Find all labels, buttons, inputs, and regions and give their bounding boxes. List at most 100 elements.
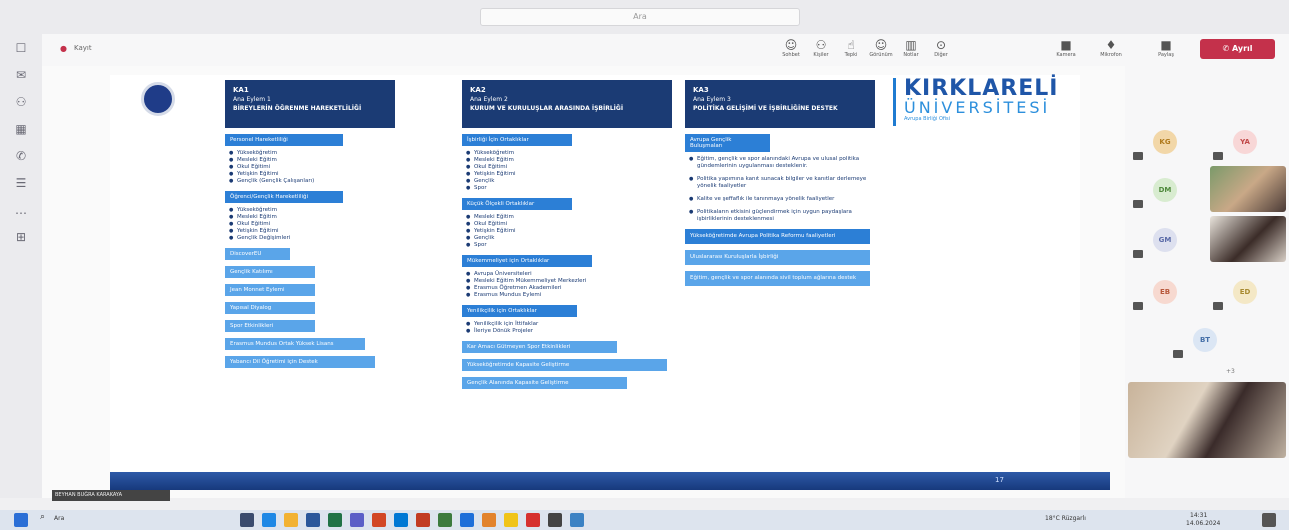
app-icon[interactable] bbox=[438, 513, 452, 527]
word-icon[interactable] bbox=[306, 513, 320, 527]
participant-video[interactable] bbox=[1210, 216, 1286, 262]
chat-button[interactable]: ☺ Sohbet bbox=[777, 38, 805, 62]
app-icon[interactable] bbox=[504, 513, 518, 527]
list-item: Politika yapımına kanıt sunacak bilgiler… bbox=[685, 176, 875, 190]
list-item: Kalite ve şeffaflık ile tanınmaya yöneli… bbox=[685, 196, 875, 203]
list-item: Erasmus Öğretmen Akademileri bbox=[462, 285, 667, 292]
participant-tile[interactable]: ED bbox=[1210, 272, 1280, 312]
avatar: KG bbox=[1153, 130, 1177, 154]
ka3-box: Uluslararası Kuruluşlarla İşbirliği bbox=[685, 250, 870, 265]
list-item: Yetişkin Eğitimi bbox=[462, 228, 667, 235]
list-item: Eğitim, gençlik ve spor alanındaki Avrup… bbox=[685, 156, 875, 170]
ka2-box: Yükseköğretimde Kapasite Geliştirme bbox=[462, 359, 667, 371]
self-video[interactable] bbox=[1128, 382, 1286, 458]
list-item: Yetişkin Eğitimi bbox=[225, 171, 395, 178]
app-icon[interactable] bbox=[526, 513, 540, 527]
camera-button[interactable]: ■ Kamera bbox=[1052, 38, 1080, 62]
university-emblem bbox=[125, 78, 190, 120]
emblem-icon bbox=[140, 82, 175, 116]
files-icon[interactable]: ☰ bbox=[0, 169, 42, 196]
list-item: İleriye Dönük Projeler bbox=[462, 328, 667, 335]
participant-tile[interactable]: BT bbox=[1170, 320, 1240, 360]
teams-icon[interactable]: ⚇ bbox=[0, 88, 42, 115]
list-item: Okul Eğitimi bbox=[225, 164, 395, 171]
app-icon[interactable] bbox=[460, 513, 474, 527]
react-button[interactable]: ☝ Tepki bbox=[837, 38, 865, 62]
participant-tile[interactable]: DM bbox=[1130, 170, 1200, 210]
edge-icon[interactable] bbox=[262, 513, 276, 527]
slide-footer-bar bbox=[110, 472, 1110, 490]
record-icon: ● bbox=[60, 44, 67, 53]
clock-date[interactable]: 14.06.2024 bbox=[1186, 520, 1220, 527]
ka2-section: Yenilikçilik için Ortaklıklar bbox=[462, 305, 577, 317]
ka1-column: KA1 Ana Eylem 1 BİREYLERİN ÖĞRENME HAREK… bbox=[225, 80, 395, 372]
explorer-icon[interactable] bbox=[284, 513, 298, 527]
ka3-header: KA3 Ana Eylem 3 POLİTİKA GELİŞİMİ VE İŞB… bbox=[685, 80, 875, 128]
list-item: Okul Eğitimi bbox=[462, 221, 667, 228]
participant-tile[interactable]: KG bbox=[1130, 122, 1200, 162]
ka3-box: Yükseköğretimde Avrupa Politika Reformu … bbox=[685, 229, 870, 244]
search-bar[interactable]: Ara bbox=[480, 8, 800, 26]
ka1-section-staff: Personel Hareketliliği bbox=[225, 134, 343, 146]
participant-tile[interactable]: EB bbox=[1130, 272, 1200, 312]
ka1-section-students: Öğrenci/Gençlik Hareketliliği bbox=[225, 191, 343, 203]
calendar-icon[interactable]: ▦ bbox=[0, 115, 42, 142]
calls-icon[interactable]: ✆ bbox=[0, 142, 42, 169]
app-icon[interactable] bbox=[570, 513, 584, 527]
more-participants[interactable]: +3 bbox=[1226, 368, 1235, 375]
list-item: Mesleki Eğitim Mükemmeliyet Merkezleri bbox=[462, 278, 667, 285]
excel-icon[interactable] bbox=[328, 513, 342, 527]
chat-icon[interactable]: ✉ bbox=[0, 61, 42, 88]
ka2-section: Mükemmeliyet için Ortaklıklar bbox=[462, 255, 592, 267]
list-item: Erasmus Mundus Eylemi bbox=[462, 292, 667, 299]
meeting-status: Kayıt bbox=[74, 44, 92, 52]
activity-icon[interactable]: ☐ bbox=[0, 34, 42, 61]
share-button[interactable]: ■ Paylaş bbox=[1152, 38, 1180, 62]
ka1-box: DiscoverEU bbox=[225, 248, 290, 260]
more-button[interactable]: ⊙ Diğer bbox=[927, 38, 955, 62]
mic-off-icon bbox=[1213, 302, 1223, 310]
list-item: Gençlik bbox=[462, 178, 667, 185]
taskview-icon[interactable] bbox=[240, 513, 254, 527]
ka1-box: Jean Monnet Eylemi bbox=[225, 284, 315, 296]
app-icon[interactable] bbox=[416, 513, 430, 527]
mic-button[interactable]: ♦ Mikrofon bbox=[1097, 38, 1125, 62]
start-icon[interactable] bbox=[14, 513, 28, 527]
outlook-icon[interactable] bbox=[394, 513, 408, 527]
list-item: Gençlik Değişimleri bbox=[225, 235, 395, 242]
title-bar: Ara bbox=[0, 0, 1289, 34]
notification-icon[interactable] bbox=[1262, 513, 1276, 527]
taskbar-search[interactable]: Ara bbox=[54, 515, 64, 522]
powerpoint-icon[interactable] bbox=[372, 513, 386, 527]
leave-button[interactable]: ✆ Ayrıl bbox=[1200, 39, 1275, 59]
list-item: Gençlik bbox=[462, 235, 667, 242]
avatar: YA bbox=[1233, 130, 1257, 154]
participant-tile[interactable]: GM bbox=[1130, 220, 1200, 260]
participant-video[interactable] bbox=[1210, 166, 1286, 212]
ka2-box: Gençlik Alanında Kapasite Geliştirme bbox=[462, 377, 627, 389]
ka3-column: KA3 Ana Eylem 3 POLİTİKA GELİŞİMİ VE İŞB… bbox=[685, 80, 875, 286]
ka2-section: Küçük Ölçekli Ortaklıklar bbox=[462, 198, 572, 210]
list-item: Mesleki Eğitim bbox=[225, 157, 395, 164]
clock-time[interactable]: 14:31 bbox=[1190, 512, 1207, 519]
view-button[interactable]: ☺ Görünüm bbox=[867, 38, 895, 62]
weather-widget[interactable]: 18°C Rüzgarlı bbox=[1045, 515, 1086, 522]
people-button[interactable]: ⚇ Kişiler bbox=[807, 38, 835, 62]
search-icon[interactable]: ⌕ bbox=[40, 512, 45, 522]
ka2-section: İşbirliği İçin Ortaklıklar bbox=[462, 134, 572, 146]
store-icon[interactable]: ⊞ bbox=[0, 223, 42, 250]
app-icon[interactable] bbox=[482, 513, 496, 527]
avatar: EB bbox=[1153, 280, 1177, 304]
presenter-label: BEYHAN BUĞRA KARAKAYA bbox=[52, 490, 170, 501]
apps-icon[interactable]: … bbox=[0, 196, 42, 223]
list-item: Politikaların etkisini güçlendirmek için… bbox=[685, 209, 875, 223]
ka1-box: Yapısal Diyalog bbox=[225, 302, 315, 314]
ka1-header: KA1 Ana Eylem 1 BİREYLERİN ÖĞRENME HAREK… bbox=[225, 80, 395, 128]
app-icon[interactable] bbox=[548, 513, 562, 527]
notes-button[interactable]: ▥ Notlar bbox=[897, 38, 925, 62]
list-item: Okul Eğitimi bbox=[225, 221, 395, 228]
avatar: ED bbox=[1233, 280, 1257, 304]
participant-tile[interactable]: YA bbox=[1210, 122, 1280, 162]
teams-taskbar-icon[interactable] bbox=[350, 513, 364, 527]
list-item: Yetişkin Eğitimi bbox=[462, 171, 667, 178]
